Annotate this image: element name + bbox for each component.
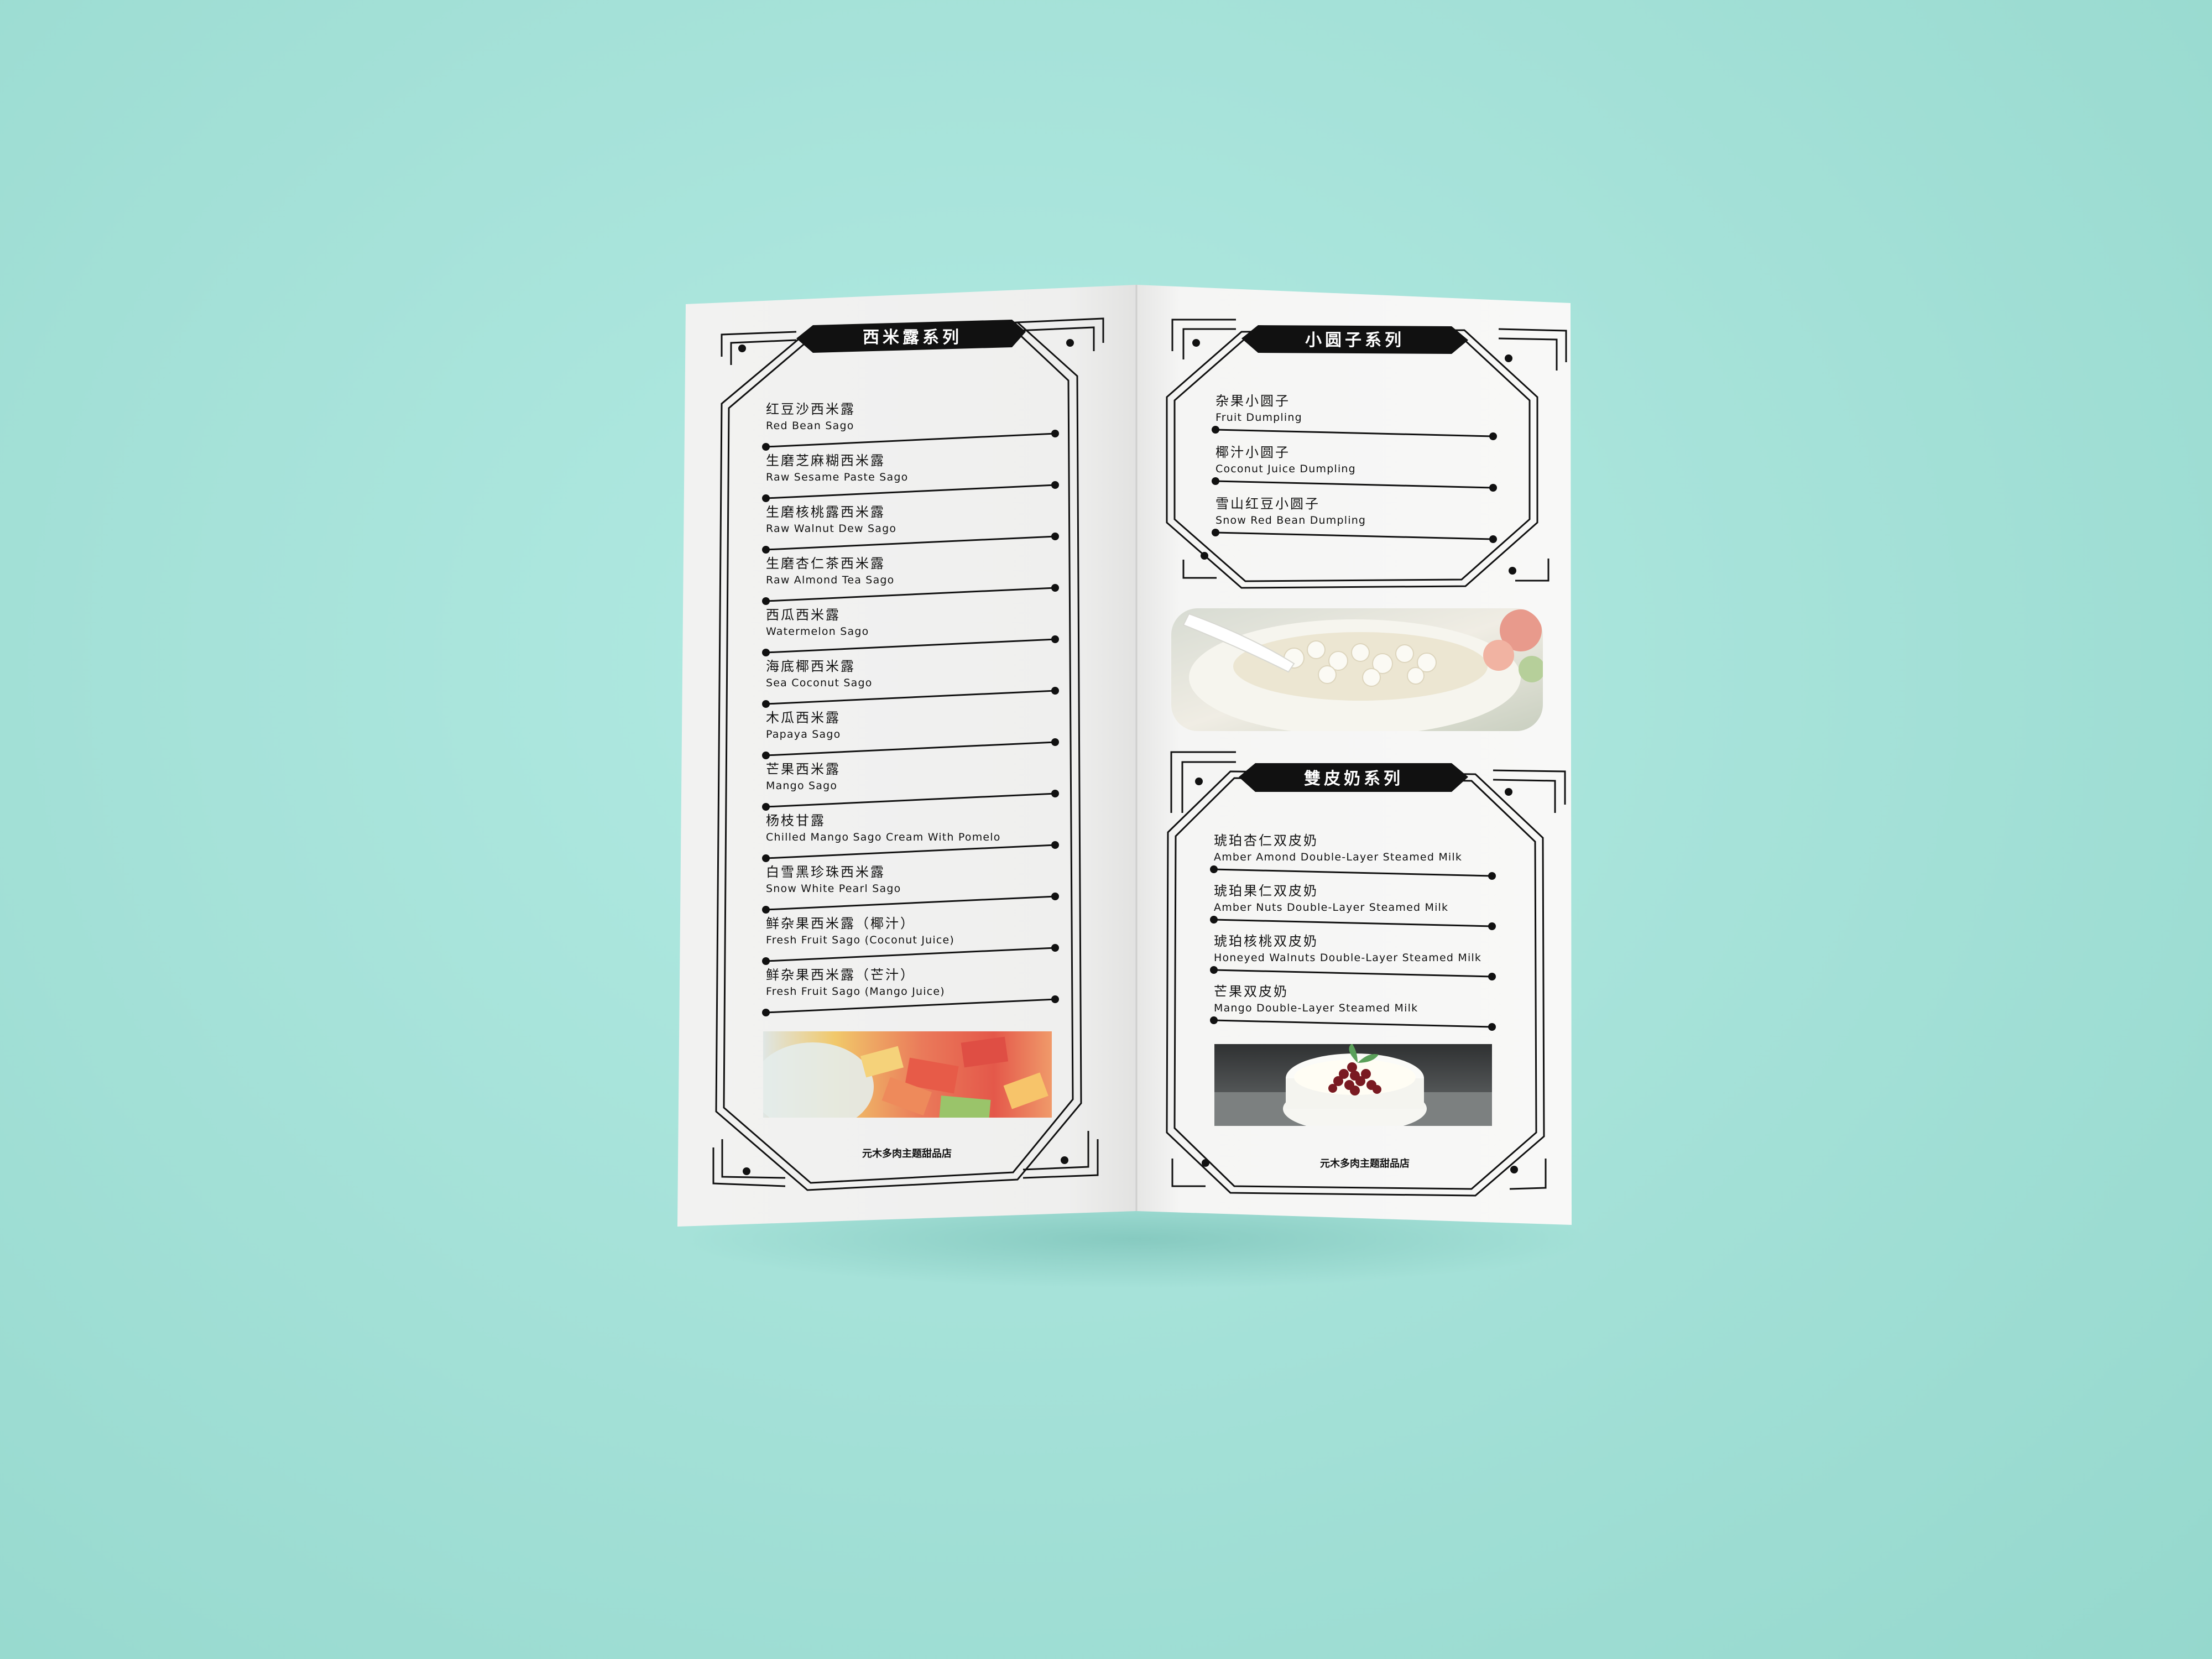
menu-item-dot — [1212, 477, 1219, 485]
menu-item-name-en: Snow White Pearl Sago — [766, 883, 901, 895]
dumpling-photo — [1171, 608, 1543, 731]
menu-item-dot — [1210, 865, 1218, 873]
menu-item-dot — [762, 906, 770, 914]
menu-item-name-zh: 鲜杂果西米露（椰汁） — [766, 916, 915, 931]
menu-item-dot — [1051, 790, 1059, 797]
menu-item-dot — [1051, 944, 1059, 952]
menu-item-name-zh: 海底椰西米露 — [766, 659, 855, 674]
menu-item-name-zh: 鲜杂果西米露（芒汁） — [766, 967, 915, 983]
menu-item-name-en: Chilled Mango Sago Cream With Pomelo — [766, 831, 1001, 843]
menu-item-name-en: Snow Red Bean Dumpling — [1215, 514, 1366, 526]
right-top-title-banner: 小圆子系列 — [1241, 325, 1468, 354]
menu-item-dot — [762, 957, 770, 965]
menu-item-name-zh: 生磨芝麻糊西米露 — [766, 453, 885, 468]
menu-item-name-en: Raw Walnut Dew Sago — [766, 523, 896, 535]
menu-item-dot — [762, 1009, 770, 1016]
menu-item-name-en: Fruit Dumpling — [1215, 411, 1302, 424]
right-bottom-title-banner: 雙皮奶系列 — [1239, 763, 1468, 792]
menu-item-name-zh: 椰汁小圆子 — [1215, 445, 1290, 460]
menu-item-dot — [1489, 484, 1497, 492]
menu-item-name-en: Mango Double-Layer Steamed Milk — [1214, 1002, 1418, 1014]
menu-item-dot — [1051, 995, 1059, 1003]
menu-item-dot — [1212, 529, 1219, 536]
menu-item-dot — [762, 700, 770, 708]
menu-item-name-en: Amber Amond Double-Layer Steamed Milk — [1214, 851, 1462, 863]
menu-item-dot — [1051, 738, 1059, 746]
menu-item-dot — [762, 752, 770, 759]
menu-item-dot — [762, 443, 770, 451]
menu-item-dot — [1210, 1016, 1218, 1024]
menu-item-dot — [1488, 1023, 1496, 1031]
menu-item-name-en: Papaya Sago — [766, 728, 841, 740]
menu-item-name-en: Mango Sago — [766, 780, 837, 792]
menu-item-dot — [1212, 426, 1219, 434]
menu-item-dot — [762, 494, 770, 502]
menu-item-dot — [762, 597, 770, 605]
menu-item-dot — [1210, 916, 1218, 924]
menu-item-dot — [1210, 966, 1218, 974]
menu-item-name-zh: 白雪黑珍珠西米露 — [766, 864, 885, 880]
menu-item-dot — [762, 546, 770, 554]
menu-item-dot — [762, 854, 770, 862]
menu-item-dot — [1051, 841, 1059, 849]
menu-item-dot — [762, 803, 770, 811]
menu-item-name-zh: 木瓜西米露 — [766, 710, 841, 726]
menu-item-name-zh: 红豆沙西米露 — [766, 401, 855, 417]
menu-item-name-zh: 杨枝甘露 — [766, 813, 826, 828]
menu-item-dot — [1051, 533, 1059, 540]
menu-item-name-zh: 生磨杏仁茶西米露 — [766, 556, 885, 571]
right-menu-page: 小圆子系列 杂果小圆子 Fruit Dumpling 椰汁小圆子 Coconut Ju… — [1136, 285, 1572, 1225]
menu-item-dot — [1051, 584, 1059, 592]
menu-item-name-en: Fresh Fruit Sago (Coconut Juice) — [766, 934, 954, 946]
menu-item-name-en: Honeyed Walnuts Double-Layer Steamed Mil… — [1214, 952, 1481, 964]
fruit-sago-photo — [763, 1031, 1052, 1118]
menu-item-name-zh: 芒果西米露 — [766, 761, 841, 777]
menu-item-name-en: Coconut Juice Dumpling — [1215, 463, 1356, 475]
menu-item-dot — [1051, 430, 1059, 437]
menu-item-name-zh: 雪山红豆小圆子 — [1215, 496, 1320, 512]
menu-item-name-zh: 杂果小圆子 — [1215, 393, 1290, 409]
right-section1-title: 小圆子系列 — [1305, 331, 1405, 350]
menu-item-name-zh: 琥珀杏仁双皮奶 — [1214, 833, 1318, 848]
menu-item-dot — [1051, 893, 1059, 900]
menu-item-name-en: Raw Almond Tea Sago — [766, 574, 895, 586]
menu-item-name-en: Watermelon Sago — [766, 625, 869, 638]
left-footer-text: 元木多肉主题甜品店 — [862, 1147, 952, 1160]
menu-item-dot — [1051, 687, 1059, 695]
menu-item-name-en: Red Bean Sago — [766, 420, 854, 432]
menu-mockup-scene: 西米露系列 红豆沙西米露 Red Bean Sago 生磨芝麻糊西米露 Raw Ses… — [677, 285, 1587, 1288]
menu-item-dot — [1489, 432, 1497, 440]
menu-item-name-en: Sea Coconut Sago — [766, 677, 873, 689]
double-layer-milk-photo — [1214, 1044, 1492, 1126]
menu-item-dot — [1051, 635, 1059, 643]
menu-item-dot — [1489, 535, 1497, 543]
right-footer-text: 元木多肉主题甜品店 — [1320, 1157, 1410, 1170]
menu-item-dot — [1488, 872, 1496, 880]
menu-item-name-zh: 西瓜西米露 — [766, 607, 841, 623]
menu-item-dot — [762, 649, 770, 656]
menu-item-name-en: Amber Nuts Double-Layer Steamed Milk — [1214, 901, 1448, 914]
menu-item-dot — [1488, 922, 1496, 930]
menu-item-name-en: Raw Sesame Paste Sago — [766, 471, 908, 483]
menu-item-name-en: Fresh Fruit Sago (Mango Juice) — [766, 985, 945, 998]
right-section2-title: 雙皮奶系列 — [1304, 769, 1404, 789]
menu-item-name-zh: 生磨核桃露西米露 — [766, 504, 885, 520]
left-menu-page: 西米露系列 红豆沙西米露 Red Bean Sago 生磨芝麻糊西米露 Raw Ses… — [677, 285, 1136, 1227]
menu-item-dot — [1051, 481, 1059, 489]
menu-item-name-zh: 琥珀核桃双皮奶 — [1214, 933, 1318, 949]
menu-item-name-zh: 琥珀果仁双皮奶 — [1214, 883, 1318, 899]
left-section-title: 西米露系列 — [863, 328, 962, 347]
menu-item-dot — [1488, 973, 1496, 980]
menu-item-name-zh: 芒果双皮奶 — [1214, 984, 1288, 999]
